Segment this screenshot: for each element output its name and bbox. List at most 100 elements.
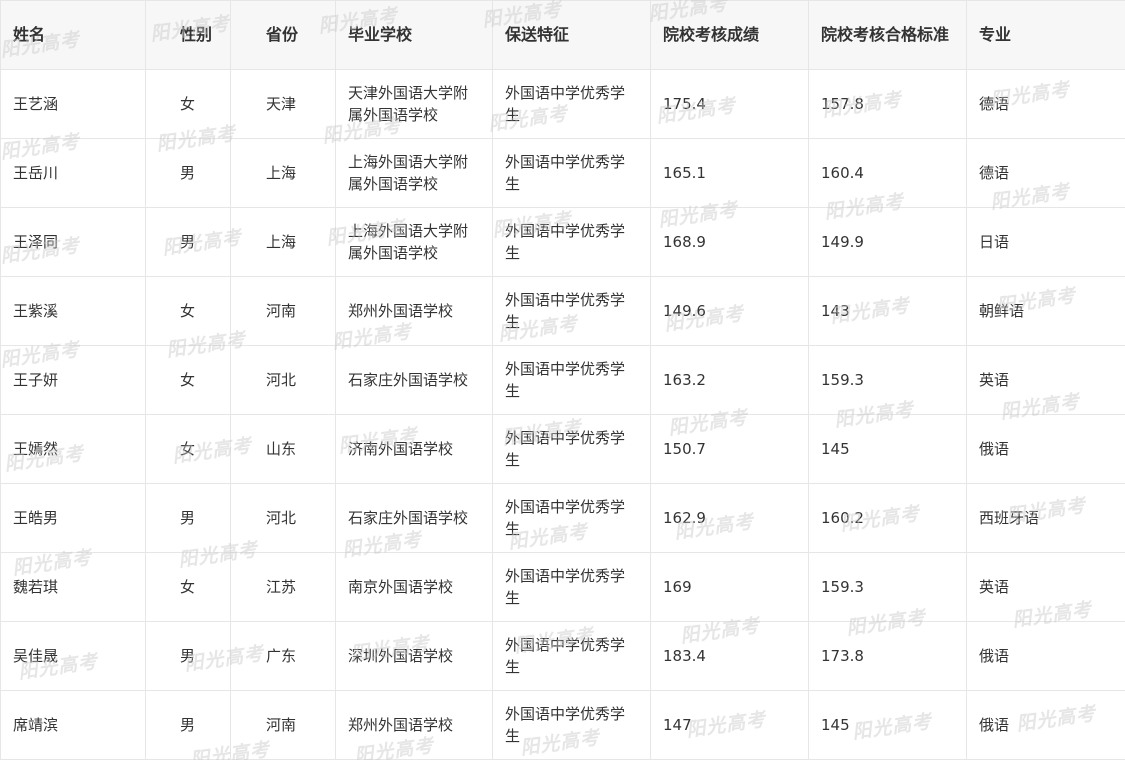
table-row: 王艺涵 女 天津 天津外国语大学附属外国语学校 外国语中学优秀学生 175.4 … [0,69,1125,139]
cell-pass-standard: 149.9 [808,207,967,277]
cell-pass-standard: 160.2 [808,483,967,553]
header-province: 省份 [230,0,336,70]
table-row: 王紫溪 女 河南 郑州外国语学校 外国语中学优秀学生 149.6 143 朝鲜语 [0,276,1125,346]
cell-major: 俄语 [966,414,1125,484]
cell-name: 王皓男 [0,483,146,553]
header-feature: 保送特征 [492,0,651,70]
cell-major: 朝鲜语 [966,276,1125,346]
cell-major: 俄语 [966,621,1125,691]
cell-pass-standard: 145 [808,414,967,484]
cell-score: 165.1 [650,138,809,208]
cell-score: 150.7 [650,414,809,484]
cell-name: 王子妍 [0,345,146,415]
cell-gender: 男 [145,483,231,553]
cell-school: 济南外国语学校 [335,414,493,484]
cell-name: 王泽同 [0,207,146,277]
cell-feature: 外国语中学优秀学生 [492,552,651,622]
cell-score: 163.2 [650,345,809,415]
cell-name: 王紫溪 [0,276,146,346]
cell-pass-standard: 157.8 [808,69,967,139]
cell-major: 英语 [966,552,1125,622]
cell-score: 175.4 [650,69,809,139]
table-row: 王泽同 男 上海 上海外国语大学附属外国语学校 外国语中学优秀学生 168.9 … [0,207,1125,277]
cell-province: 河南 [230,276,336,346]
table-row: 吴佳晟 男 广东 深圳外国语学校 外国语中学优秀学生 183.4 173.8 俄… [0,621,1125,691]
cell-major: 西班牙语 [966,483,1125,553]
cell-name: 王岳川 [0,138,146,208]
table-row: 王岳川 男 上海 上海外国语大学附属外国语学校 外国语中学优秀学生 165.1 … [0,138,1125,208]
cell-name: 王嫣然 [0,414,146,484]
cell-school: 石家庄外国语学校 [335,345,493,415]
cell-feature: 外国语中学优秀学生 [492,414,651,484]
cell-gender: 女 [145,69,231,139]
cell-pass-standard: 159.3 [808,552,967,622]
cell-feature: 外国语中学优秀学生 [492,690,651,760]
cell-gender: 男 [145,621,231,691]
cell-province: 上海 [230,138,336,208]
cell-gender: 男 [145,690,231,760]
cell-province: 河南 [230,690,336,760]
cell-major: 德语 [966,138,1125,208]
cell-gender: 女 [145,276,231,346]
cell-gender: 男 [145,207,231,277]
cell-province: 山东 [230,414,336,484]
header-pass-standard: 院校考核合格标准 [808,0,967,70]
cell-pass-standard: 143 [808,276,967,346]
table-row: 魏若琪 女 江苏 南京外国语学校 外国语中学优秀学生 169 159.3 英语 [0,552,1125,622]
cell-name: 魏若琪 [0,552,146,622]
cell-feature: 外国语中学优秀学生 [492,276,651,346]
cell-feature: 外国语中学优秀学生 [492,138,651,208]
cell-gender: 女 [145,414,231,484]
admission-table: 姓名 性别 省份 毕业学校 保送特征 院校考核成绩 院校考核合格标准 专业 王艺… [0,0,1125,760]
cell-major: 英语 [966,345,1125,415]
cell-province: 河北 [230,345,336,415]
header-row: 姓名 性别 省份 毕业学校 保送特征 院校考核成绩 院校考核合格标准 专业 [0,0,1125,70]
table-row: 王嫣然 女 山东 济南外国语学校 外国语中学优秀学生 150.7 145 俄语 [0,414,1125,484]
cell-score: 149.6 [650,276,809,346]
cell-school: 深圳外国语学校 [335,621,493,691]
cell-feature: 外国语中学优秀学生 [492,207,651,277]
cell-feature: 外国语中学优秀学生 [492,621,651,691]
cell-score: 168.9 [650,207,809,277]
cell-province: 广东 [230,621,336,691]
header-gender: 性别 [145,0,231,70]
cell-pass-standard: 160.4 [808,138,967,208]
header-name: 姓名 [0,0,146,70]
cell-major: 德语 [966,69,1125,139]
cell-province: 江苏 [230,552,336,622]
cell-school: 南京外国语学校 [335,552,493,622]
cell-name: 席靖滨 [0,690,146,760]
cell-feature: 外国语中学优秀学生 [492,483,651,553]
cell-province: 上海 [230,207,336,277]
header-major: 专业 [966,0,1125,70]
table-body: 王艺涵 女 天津 天津外国语大学附属外国语学校 外国语中学优秀学生 175.4 … [0,69,1125,760]
cell-province: 河北 [230,483,336,553]
cell-pass-standard: 145 [808,690,967,760]
cell-name: 吴佳晟 [0,621,146,691]
cell-school: 天津外国语大学附属外国语学校 [335,69,493,139]
cell-score: 183.4 [650,621,809,691]
cell-gender: 男 [145,138,231,208]
cell-pass-standard: 173.8 [808,621,967,691]
cell-school: 上海外国语大学附属外国语学校 [335,207,493,277]
cell-gender: 女 [145,552,231,622]
cell-major: 俄语 [966,690,1125,760]
cell-school: 郑州外国语学校 [335,276,493,346]
cell-name: 王艺涵 [0,69,146,139]
header-score: 院校考核成绩 [650,0,809,70]
cell-school: 郑州外国语学校 [335,690,493,760]
header-school: 毕业学校 [335,0,493,70]
table-row: 席靖滨 男 河南 郑州外国语学校 外国语中学优秀学生 147 145 俄语 [0,690,1125,760]
cell-score: 162.9 [650,483,809,553]
cell-score: 147 [650,690,809,760]
cell-major: 日语 [966,207,1125,277]
cell-feature: 外国语中学优秀学生 [492,345,651,415]
table-row: 王皓男 男 河北 石家庄外国语学校 外国语中学优秀学生 162.9 160.2 … [0,483,1125,553]
cell-school: 石家庄外国语学校 [335,483,493,553]
cell-pass-standard: 159.3 [808,345,967,415]
cell-feature: 外国语中学优秀学生 [492,69,651,139]
cell-gender: 女 [145,345,231,415]
cell-school: 上海外国语大学附属外国语学校 [335,138,493,208]
cell-score: 169 [650,552,809,622]
table-header: 姓名 性别 省份 毕业学校 保送特征 院校考核成绩 院校考核合格标准 专业 [0,0,1125,70]
